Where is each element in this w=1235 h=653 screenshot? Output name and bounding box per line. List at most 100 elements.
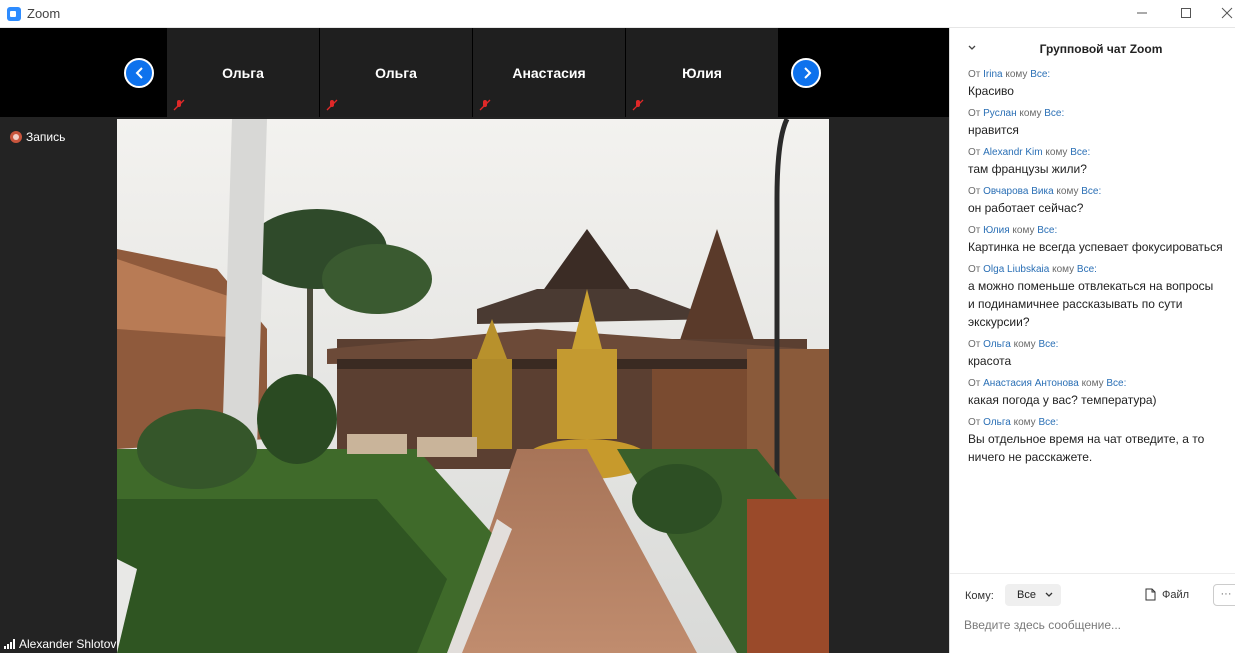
message-meta: От Овчарова Вика кому Все: <box>968 185 1223 199</box>
muted-mic-icon <box>326 99 338 111</box>
maximize-icon[interactable] <box>1176 4 1196 24</box>
shared-video <box>117 119 829 653</box>
message-text: нравится <box>968 123 1019 137</box>
message-meta: От Ольга кому Все: <box>968 416 1223 430</box>
muted-mic-icon <box>479 99 491 111</box>
active-speaker-name: Alexander Shlotov <box>19 637 117 651</box>
muted-mic-icon <box>632 99 644 111</box>
chat-message: От Olga Liubskaia кому Все: а можно помен… <box>968 263 1223 331</box>
to-word: кому <box>1081 378 1104 389</box>
message-text: а можно поменьше отвлекаться на вопросы … <box>968 279 1214 329</box>
participant-name: Ольга <box>375 65 417 81</box>
record-icon <box>10 131 22 143</box>
participant-name: Анастасия <box>512 65 586 81</box>
chevron-down-icon <box>1045 592 1053 597</box>
from-word: От <box>968 264 981 275</box>
recipient-label: Кому: <box>965 590 994 602</box>
to-word: кому <box>1013 417 1036 428</box>
message-text: там французы жили? <box>968 162 1087 176</box>
recording-label: Запись <box>26 130 66 144</box>
next-participants-button[interactable] <box>791 58 821 88</box>
message-text: красота <box>968 354 1012 368</box>
participant-tile[interactable]: Ольга <box>320 28 472 117</box>
chat-message: От Irina кому Все: Красиво <box>968 68 1223 100</box>
message-recipient[interactable]: Все: <box>1044 108 1064 119</box>
chat-messages[interactable]: От Irina кому Все: Красиво От Руслан кому … <box>968 68 1223 568</box>
file-icon <box>1145 588 1156 601</box>
message-meta: От Alexandr Kim кому Все: <box>968 146 1223 160</box>
to-word: кому <box>1052 264 1075 275</box>
meeting-area: Ольга Ольга Анастасия Юлия Запись Alexan… <box>0 28 949 653</box>
chat-message: От Ольга кому Все: Вы отдельное время на … <box>968 416 1223 466</box>
prev-participants-button[interactable] <box>124 58 154 88</box>
chat-message: От Alexandr Kim кому Все: там французы жи… <box>968 146 1223 178</box>
zoom-logo-icon <box>7 7 21 21</box>
message-recipient[interactable]: Все: <box>1038 417 1058 428</box>
file-button[interactable]: Файл <box>1145 588 1189 601</box>
more-options-button[interactable]: ··· <box>1213 584 1235 606</box>
from-word: От <box>968 147 981 158</box>
message-sender[interactable]: Анастасия Антонова <box>983 378 1079 389</box>
message-meta: От Юлия кому Все: <box>968 224 1223 238</box>
to-word: кому <box>1045 147 1068 158</box>
active-speaker-label: Alexander Shlotov <box>4 637 116 651</box>
message-text: Красиво <box>968 84 1014 98</box>
recipient-select[interactable]: Все <box>1005 584 1061 606</box>
participant-tile[interactable]: Анастасия <box>473 28 625 117</box>
recipient-value: Все <box>1017 589 1036 601</box>
minimize-icon[interactable] <box>1132 4 1152 24</box>
message-recipient[interactable]: Все: <box>1037 225 1057 236</box>
chevron-left-icon <box>135 67 143 79</box>
signal-strength-icon <box>4 639 15 649</box>
recording-indicator[interactable]: Запись <box>10 130 65 144</box>
message-sender[interactable]: Olga Liubskaia <box>983 264 1049 275</box>
message-sender[interactable]: Овчарова Вика <box>983 186 1054 197</box>
from-word: От <box>968 378 981 389</box>
from-word: От <box>968 69 981 80</box>
message-sender[interactable]: Irina <box>983 69 1002 80</box>
participant-tile[interactable]: Ольга <box>167 28 319 117</box>
chevron-right-icon <box>804 67 812 79</box>
chat-header: Групповой чат Zoom <box>950 28 1235 68</box>
chat-message: От Анастасия Антонова кому Все: какая пог… <box>968 377 1223 409</box>
message-recipient[interactable]: Все: <box>1106 378 1126 389</box>
message-sender[interactable]: Юлия <box>983 225 1010 236</box>
chat-title: Групповой чат Zoom <box>1039 42 1163 56</box>
to-word: кому <box>1019 108 1042 119</box>
message-meta: От Руслан кому Все: <box>968 107 1223 121</box>
message-recipient[interactable]: Все: <box>1030 69 1050 80</box>
message-text: Картинка не всегда успевает фокусировать… <box>968 240 1223 254</box>
to-word: кому <box>1012 225 1035 236</box>
message-meta: От Ольга кому Все: <box>968 338 1223 352</box>
window-titlebar: Zoom <box>0 0 1235 28</box>
chat-message: От Юлия кому Все: Картинка не всегда успе… <box>968 224 1223 256</box>
participant-name: Юлия <box>682 65 722 81</box>
from-word: От <box>968 108 981 119</box>
from-word: От <box>968 339 981 350</box>
message-sender[interactable]: Alexandr Kim <box>983 147 1042 158</box>
message-text: он работает сейчас? <box>968 201 1084 215</box>
participant-strip: Ольга Ольга Анастасия Юлия <box>0 28 949 117</box>
message-text: какая погода у вас? температура) <box>968 393 1157 407</box>
message-recipient[interactable]: Все: <box>1038 339 1058 350</box>
close-icon[interactable] <box>1217 4 1235 24</box>
message-meta: От Анастасия Антонова кому Все: <box>968 377 1223 391</box>
to-word: кому <box>1005 69 1028 80</box>
message-recipient[interactable]: Все: <box>1077 264 1097 275</box>
message-meta: От Olga Liubskaia кому Все: <box>968 263 1223 277</box>
chat-composer: Кому: Все Файл ··· <box>950 573 1235 653</box>
message-recipient[interactable]: Все: <box>1070 147 1090 158</box>
muted-mic-icon <box>173 99 185 111</box>
participant-tile[interactable]: Юлия <box>626 28 778 117</box>
chat-message-input[interactable] <box>964 615 1214 635</box>
message-recipient[interactable]: Все: <box>1081 186 1101 197</box>
to-word: кому <box>1056 186 1079 197</box>
participant-name: Ольга <box>222 65 264 81</box>
from-word: От <box>968 417 981 428</box>
message-sender[interactable]: Руслан <box>983 108 1016 119</box>
chat-message: От Руслан кому Все: нравится <box>968 107 1223 139</box>
message-text: Вы отдельное время на чат отведите, а то… <box>968 432 1205 464</box>
message-meta: От Irina кому Все: <box>968 68 1223 82</box>
message-sender[interactable]: Ольга <box>983 339 1011 350</box>
message-sender[interactable]: Ольга <box>983 417 1011 428</box>
